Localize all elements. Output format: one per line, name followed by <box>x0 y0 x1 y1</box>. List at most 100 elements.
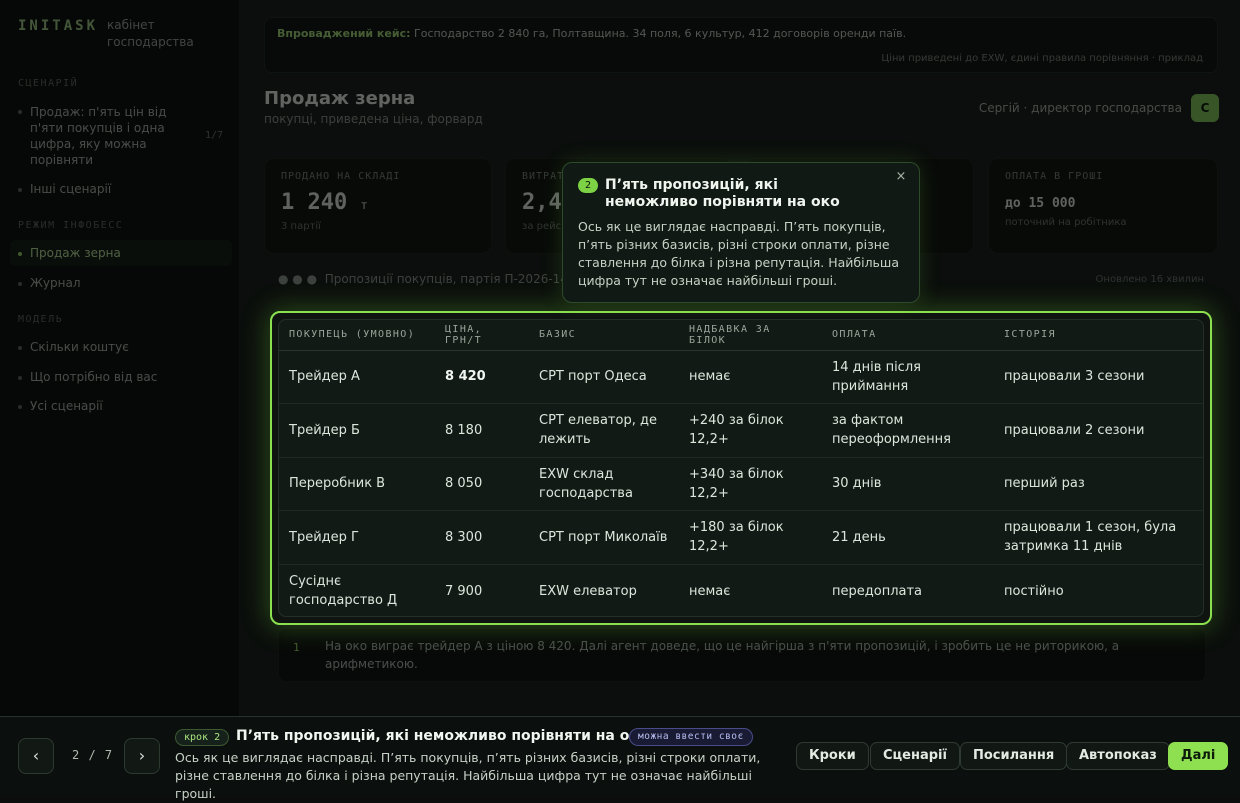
cell-history: перший раз <box>994 457 1203 511</box>
cell-bonus: +240 за білок 12,2+ <box>679 403 822 458</box>
offers-table: ПОКУПЕЦЬ (УМОВНО) ЦІНА, ГРН/Т БАЗИС НАДБ… <box>279 320 1203 616</box>
table-row[interactable]: Трейдер Б 8 180 CPT елеватор, де лежить … <box>279 403 1203 458</box>
sidebar-section-label: СЦЕНАРІЙ <box>18 78 79 89</box>
cell-payment: передоплата <box>832 583 923 599</box>
user-name: Сергій · директор господарства <box>978 101 1182 115</box>
editable-badge: можна ввести своє <box>629 728 753 746</box>
next-step-button[interactable]: › <box>124 738 160 774</box>
cell-bonus: +180 за білок 12,2+ <box>679 510 822 565</box>
sidebar-item-label: Продаж: п'ять цін від п'яти покупців і о… <box>30 105 167 167</box>
bullet-icon <box>18 282 22 286</box>
cell-basis: EXW елеватор <box>539 583 637 599</box>
kpi-value: до 15 000 <box>1005 196 1076 211</box>
sidebar-section-label: МОДЕЛЬ <box>18 314 64 325</box>
insight-note: 1 На око виграє трейдер А з ціною 8 420.… <box>278 628 1206 682</box>
table-header-row: ПОКУПЕЦЬ (УМОВНО) ЦІНА, ГРН/Т БАЗИС НАДБ… <box>279 320 1203 351</box>
cell-basis: CPT порт Миколаїв <box>529 510 679 565</box>
column-header: ПОКУПЕЦЬ (УМОВНО) <box>279 320 435 351</box>
step-description: Ось як це виглядає насправді. П’ять поку… <box>175 750 761 801</box>
prev-step-button[interactable]: ‹ <box>18 738 54 774</box>
kpi-value: 1 240 т <box>281 190 368 215</box>
note-number: 1 <box>293 641 300 654</box>
cell-price: 8 050 <box>435 457 529 511</box>
bullet-icon <box>18 346 22 350</box>
cell-payment: 30 днів <box>822 457 994 511</box>
bullet-icon <box>18 405 22 409</box>
case-banner: Впроваджений кейс: Господарство 2 840 га… <box>264 17 1218 73</box>
sidebar-item-other-scenarios[interactable]: Інші сценарії <box>18 182 228 196</box>
bullet-icon <box>18 188 22 192</box>
cell-buyer: Трейдер Б <box>279 403 435 458</box>
step-badge: крок 2 <box>175 729 230 746</box>
sidebar-item-all-scenarios[interactable]: Усі сценарії <box>18 399 228 413</box>
cell-payment: за фактом переоформлення <box>822 403 994 458</box>
cell-buyer: Трейдер Г <box>279 510 435 565</box>
next-button[interactable]: Далі <box>1168 742 1229 770</box>
step-number-badge: 2 <box>578 178 598 193</box>
sidebar-item-cost[interactable]: Скільки коштує <box>18 340 228 354</box>
page-subtitle: покупці, приведена ціна, форвард <box>264 112 483 126</box>
offers-table-container: ПОКУПЕЦЬ (УМОВНО) ЦІНА, ГРН/Т БАЗИС НАДБ… <box>278 319 1204 617</box>
offers-table-card: ПОКУПЕЦЬ (УМОВНО) ЦІНА, ГРН/Т БАЗИС НАДБ… <box>270 311 1212 625</box>
banner-tag: Впроваджений кейс: <box>277 27 411 40</box>
scenarios-button[interactable]: Сценарії <box>870 742 960 770</box>
brand-logo: INITASK <box>18 18 99 34</box>
sidebar-item-label: Усі сценарії <box>30 399 103 413</box>
sidebar-item-label: Скільки коштує <box>30 340 129 354</box>
sidebar-item-grain-sale[interactable]: Продаж зерна <box>10 240 232 266</box>
page-title: Продаж зерна <box>264 88 416 109</box>
banner-subtext: Ціни приведені до EXW, єдині правила пор… <box>881 53 1203 64</box>
cell-basis: CPT порт Одеса <box>529 350 679 404</box>
cell-bonus: немає <box>679 350 822 404</box>
cell-history: працювали 2 сезони <box>994 403 1203 458</box>
sidebar-section-label: РЕЖИМ ІНФОБЕСС <box>18 220 124 231</box>
cell-basis: CPT елеватор, де лежить <box>529 403 679 458</box>
table-row[interactable]: Трейдер А 8 420 CPT порт Одеса немає 14 … <box>279 350 1203 404</box>
sidebar-item-requirements[interactable]: Що потрібно від вас <box>18 370 228 384</box>
column-header: ІСТОРІЯ <box>994 320 1203 351</box>
kpi-sub: 3 партії <box>281 221 321 232</box>
sidebar-item-label: Інші сценарії <box>30 182 112 196</box>
steps-button[interactable]: Кроки <box>796 742 869 770</box>
cell-payment: 14 днів після приймання <box>822 350 994 404</box>
banner-line: Впроваджений кейс: Господарство 2 840 га… <box>277 27 1205 40</box>
table-row[interactable]: Трейдер Г 8 300 CPT порт Миколаїв +180 з… <box>279 510 1203 565</box>
sidebar-item-badge: 1/7 <box>204 130 223 141</box>
popover-body: Ось як це виглядає насправді. П’ять поку… <box>578 219 900 288</box>
cell-bonus: +340 за білок 12,2+ <box>679 457 822 511</box>
sidebar-item-label: Що потрібно від вас <box>30 370 158 384</box>
step-title: П’ять пропозицій, які неможливо порівнят… <box>236 728 649 744</box>
breadcrumb-text: Пропозиції покупців, партія П-2026-14 <box>324 272 568 286</box>
cell-price: 8 180 <box>435 403 529 458</box>
table-row[interactable]: Переробник В 8 050 EXW склад господарств… <box>279 457 1203 511</box>
cell-basis: EXW склад господарства <box>529 457 679 511</box>
note-text: На око виграє трейдер А з ціною 8 420. Д… <box>325 639 1120 671</box>
bullet-icon <box>18 376 22 380</box>
autoplay-button[interactable]: Автопоказ <box>1066 742 1170 770</box>
close-icon[interactable]: × <box>893 169 909 184</box>
cell-buyer: Сусіднє господарство Д <box>289 574 398 608</box>
avatar[interactable]: С <box>1191 94 1219 122</box>
cell-buyer: Переробник В <box>279 457 435 511</box>
kpi-label: ПРОДАНО НА СКЛАДІ <box>281 171 401 182</box>
brand-subtitle: кабінет господарства <box>107 18 194 49</box>
column-header: ОПЛАТА <box>822 320 994 351</box>
step-counter: 2 / 7 <box>72 748 114 762</box>
cell-history: постійно <box>1004 583 1064 599</box>
cell-history: працювали 1 сезон, була затримка 11 днів <box>994 510 1203 565</box>
table-row[interactable]: Сусіднє господарство Д 7 900 EXW елевато… <box>279 564 1203 616</box>
kpi-sub: поточний на робітника <box>1005 217 1127 228</box>
update-status: Оновлено 16 хвилин <box>1095 274 1204 285</box>
sidebar-item-journal[interactable]: Журнал <box>18 276 228 290</box>
popover-title: П’ять пропозицій, які неможливо порівнят… <box>605 177 840 210</box>
links-button[interactable]: Посилання <box>960 742 1068 770</box>
banner-text: Господарство 2 840 га, Полтавщина. 34 по… <box>414 27 907 40</box>
tour-bottom-bar: ‹ 2 / 7 › крок 2 П’ять пропозицій, які н… <box>0 716 1240 801</box>
kpi-card: ОПЛАТА В ГРОШІ до 15 000 поточний на роб… <box>988 158 1218 254</box>
sidebar-item-label: Журнал <box>30 276 81 290</box>
cell-buyer: Трейдер А <box>279 350 435 404</box>
sidebar-item-current-scenario[interactable]: Продаж: п'ять цін від п'яти покупців і о… <box>18 104 228 168</box>
kpi-card: ПРОДАНО НА СКЛАДІ 1 240 т 3 партії <box>264 158 492 254</box>
sidebar-item-label: Продаж зерна <box>30 246 121 260</box>
column-header: ЦІНА, ГРН/Т <box>435 320 529 351</box>
